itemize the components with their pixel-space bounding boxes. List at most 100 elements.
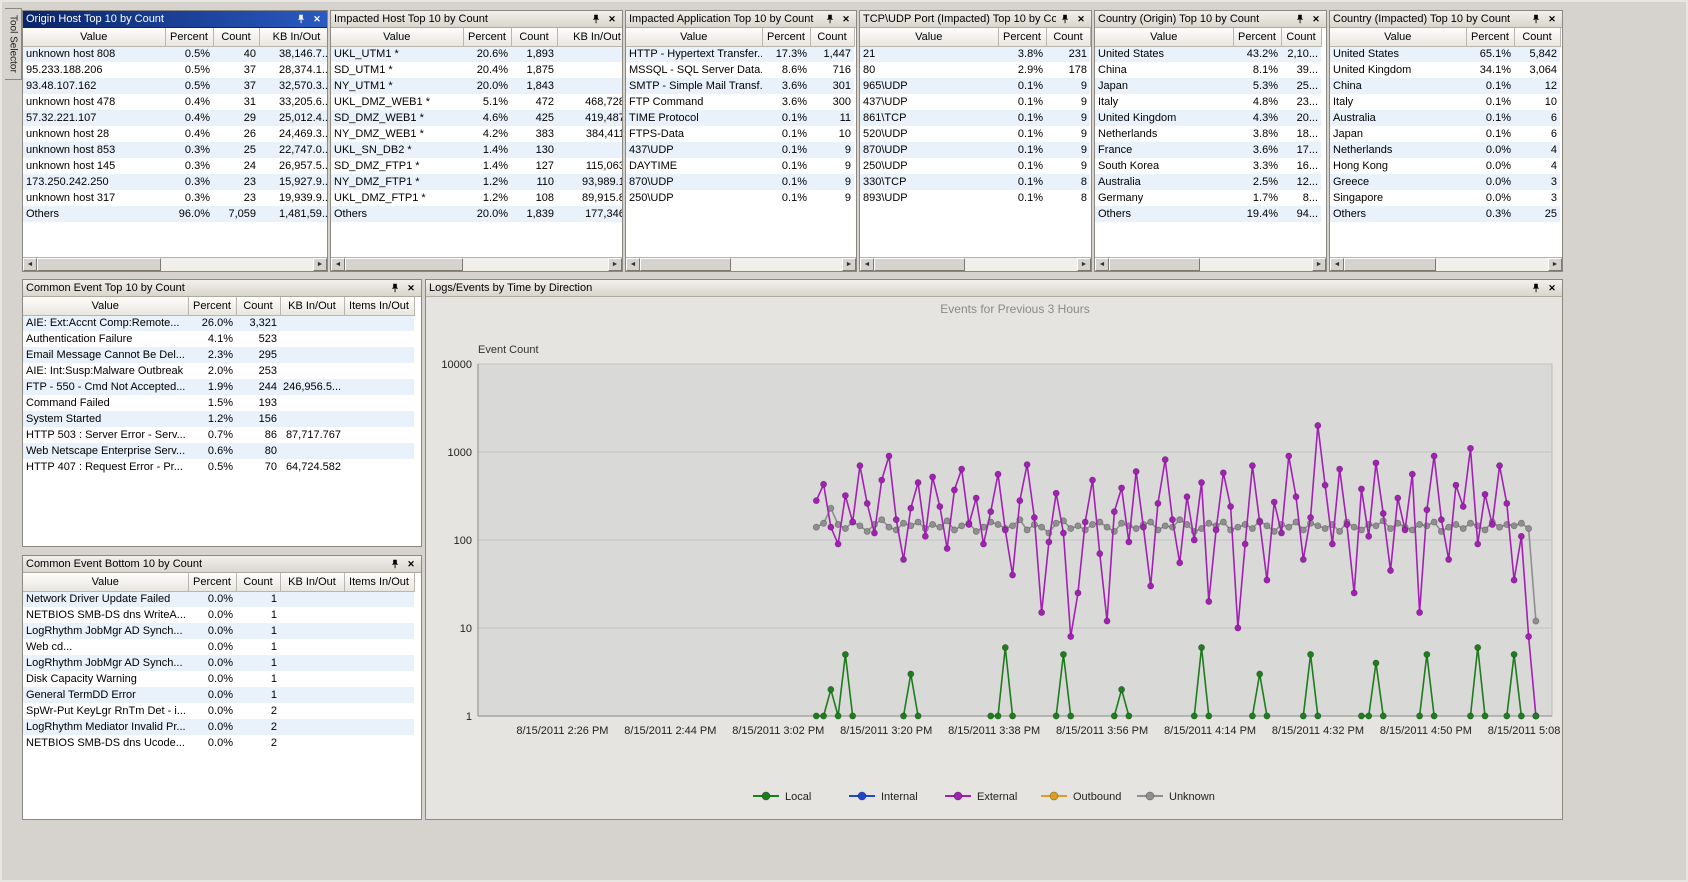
table-row[interactable]: China0.1%12 (1330, 78, 1560, 94)
series-unknown-marker[interactable] (864, 528, 870, 534)
series-external-marker[interactable] (1140, 524, 1146, 530)
column-header-percent[interactable]: Percent (998, 28, 1046, 46)
table-row[interactable]: TIME Protocol0.1%11 (626, 110, 854, 126)
series-unknown-marker[interactable] (1024, 527, 1030, 533)
series-local-marker[interactable] (1366, 713, 1372, 719)
series-local-marker[interactable] (1467, 713, 1473, 719)
series-external-marker[interactable] (1475, 541, 1481, 547)
series-external-marker[interactable] (1213, 527, 1219, 533)
table-row[interactable]: UKL_UTM1 *20.6%1,893 (331, 46, 622, 62)
horizontal-scrollbar[interactable]: ◄ ► (860, 257, 1091, 271)
table-row[interactable]: Email Message Cannot Be Del...2.3%295 (23, 347, 414, 363)
series-external-marker[interactable] (1039, 609, 1045, 615)
series-local-marker[interactable] (1264, 713, 1270, 719)
series-external-marker[interactable] (915, 479, 921, 485)
panel-titlebar[interactable]: Country (Impacted) Top 10 by Count ✕ (1330, 11, 1562, 28)
table-row[interactable]: UKL_DMZ_FTP1 *1.2%10889,915.8... (331, 190, 622, 206)
series-unknown-marker[interactable] (1351, 524, 1357, 530)
close-icon[interactable]: ✕ (839, 13, 853, 26)
series-external-marker[interactable] (1220, 470, 1226, 476)
series-local-marker[interactable] (1126, 713, 1132, 719)
series-external-marker[interactable] (1496, 463, 1502, 469)
table-row[interactable]: Web cd...0.0%1 (23, 639, 414, 655)
scroll-left-button[interactable]: ◄ (331, 258, 345, 271)
close-icon[interactable]: ✕ (1545, 282, 1559, 295)
series-external-marker[interactable] (1264, 577, 1270, 583)
series-local-marker[interactable] (908, 671, 914, 677)
close-icon[interactable]: ✕ (1545, 13, 1559, 26)
column-header-percent[interactable]: Percent (1466, 28, 1514, 46)
table-row[interactable]: 802.9%178 (860, 62, 1090, 78)
series-external-marker[interactable] (1228, 503, 1234, 509)
series-unknown-marker[interactable] (1206, 520, 1212, 526)
series-local-marker[interactable] (820, 713, 826, 719)
series-external-marker[interactable] (842, 492, 848, 498)
table-row[interactable]: SMTP - Simple Mail Transf...3.6%301 (626, 78, 854, 94)
series-unknown-marker[interactable] (1053, 520, 1059, 526)
series-unknown-marker[interactable] (1315, 523, 1321, 529)
table-row[interactable]: HTTP - Hypertext Transfer...17.3%1,447 (626, 46, 854, 62)
table-row[interactable]: NETBIOS SMB-DS dns Ucode...0.0%2 (23, 735, 414, 751)
series-unknown-marker[interactable] (1424, 523, 1430, 529)
scrollbar-track[interactable] (1344, 258, 1548, 271)
scroll-left-button[interactable]: ◄ (1330, 258, 1344, 271)
column-header-value[interactable]: Value (1330, 28, 1466, 46)
series-local-marker[interactable] (1191, 713, 1197, 719)
column-header-value[interactable]: Value (331, 28, 463, 46)
table-row[interactable]: LogRhythm Mediator Invalid Pr...0.0%2 (23, 719, 414, 735)
series-unknown-marker[interactable] (1460, 525, 1466, 531)
table-row[interactable]: Netherlands0.0%4 (1330, 142, 1560, 158)
series-external-marker[interactable] (1242, 541, 1248, 547)
column-header-count[interactable]: Count (1281, 28, 1321, 46)
table-row[interactable]: 250\UDP0.1%9 (626, 190, 854, 206)
table-row[interactable]: Germany1.7%8... (1095, 190, 1321, 206)
table-row[interactable]: NY_DMZ_WEB1 *4.2%383384,411... (331, 126, 622, 142)
series-external-marker[interactable] (1068, 633, 1074, 639)
series-unknown-marker[interactable] (1075, 523, 1081, 529)
series-local-marker[interactable] (1206, 713, 1212, 719)
series-external-marker[interactable] (1431, 453, 1437, 459)
series-local-marker[interactable] (1315, 713, 1321, 719)
series-external-marker[interactable] (1126, 539, 1132, 545)
close-icon[interactable]: ✕ (1074, 13, 1088, 26)
series-unknown-marker[interactable] (1220, 519, 1226, 525)
scroll-right-button[interactable]: ► (608, 258, 622, 271)
pin-icon[interactable] (1293, 13, 1307, 26)
table-row[interactable]: Authentication Failure4.1%523 (23, 331, 414, 347)
column-header-kb-in-out[interactable]: KB In/Out (557, 28, 622, 46)
series-external-marker[interactable] (1286, 453, 1292, 459)
table-row[interactable]: SD_DMZ_FTP1 *1.4%127115,063... (331, 158, 622, 174)
series-external-marker[interactable] (1467, 445, 1473, 451)
table-row[interactable]: Australia2.5%12... (1095, 174, 1321, 190)
series-external-marker[interactable] (1526, 633, 1532, 639)
table-row[interactable]: 173.250.242.2500.3%2315,927.9... (23, 174, 327, 190)
series-external-marker[interactable] (1191, 537, 1197, 543)
series-unknown-marker[interactable] (1373, 523, 1379, 529)
series-external-marker[interactable] (850, 519, 856, 525)
series-external-marker[interactable] (1337, 466, 1343, 472)
series-external-marker[interactable] (1322, 482, 1328, 488)
legend-item-external[interactable]: External (945, 791, 1017, 803)
table-row[interactable]: Command Failed1.5%193 (23, 395, 414, 411)
column-header-count[interactable]: Count (511, 28, 557, 46)
series-local-marker[interactable] (813, 713, 819, 719)
series-external-marker[interactable] (1409, 471, 1415, 477)
table-row[interactable]: unknown host 3170.3%2319,939.9... (23, 190, 327, 206)
table-row[interactable]: 437\UDP0.1%9 (860, 94, 1090, 110)
series-external-marker[interactable] (1358, 486, 1364, 492)
scrollbar-thumb[interactable] (1344, 258, 1436, 271)
series-external-marker[interactable] (1155, 500, 1161, 506)
series-external-marker[interactable] (1351, 590, 1357, 596)
table-row[interactable]: 57.32.221.1070.4%2925,012.4... (23, 110, 327, 126)
series-external-marker[interactable] (1060, 530, 1066, 536)
table-row[interactable]: United Kingdom34.1%3,064 (1330, 62, 1560, 78)
series-local-marker[interactable] (1060, 651, 1066, 657)
table-row[interactable]: FTP - 550 - Cmd Not Accepted...1.9%24424… (23, 379, 414, 395)
series-unknown-marker[interactable] (813, 524, 819, 530)
series-external-marker[interactable] (1344, 521, 1350, 527)
table-row[interactable]: Network Driver Update Failed0.0%1 (23, 591, 414, 607)
column-header-percent[interactable]: Percent (463, 28, 511, 46)
series-external-marker[interactable] (1504, 500, 1510, 506)
series-external-marker[interactable] (1198, 479, 1204, 485)
series-external-marker[interactable] (1278, 530, 1284, 536)
